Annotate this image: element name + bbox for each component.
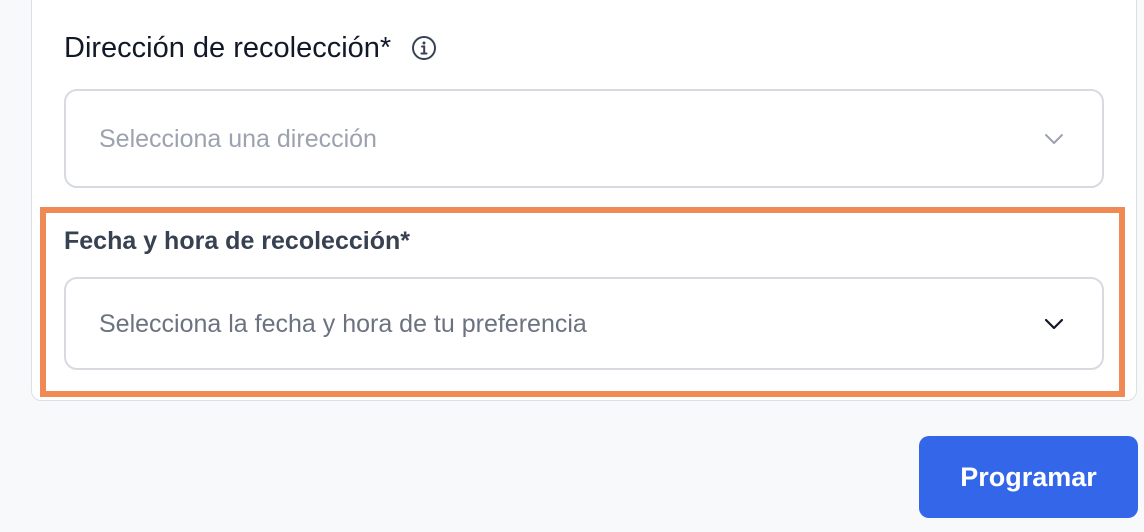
pickup-datetime-label: Fecha y hora de recolección* [64, 227, 410, 255]
pickup-address-label: Dirección de recolección* [64, 32, 392, 64]
chevron-down-icon [1044, 318, 1064, 329]
chevron-down-icon [1045, 133, 1063, 144]
pickup-datetime-select[interactable]: Selecciona la fecha y hora de tu prefere… [64, 277, 1104, 370]
info-circle-icon[interactable] [411, 35, 437, 61]
pickup-address-select[interactable]: Selecciona una dirección [64, 89, 1104, 188]
pickup-address-label-row: Dirección de recolección* [64, 30, 437, 66]
pickup-datetime-placeholder: Selecciona la fecha y hora de tu prefere… [99, 309, 587, 338]
pickup-address-placeholder: Selecciona una dirección [99, 124, 377, 153]
schedule-button[interactable]: Programar [919, 436, 1138, 518]
